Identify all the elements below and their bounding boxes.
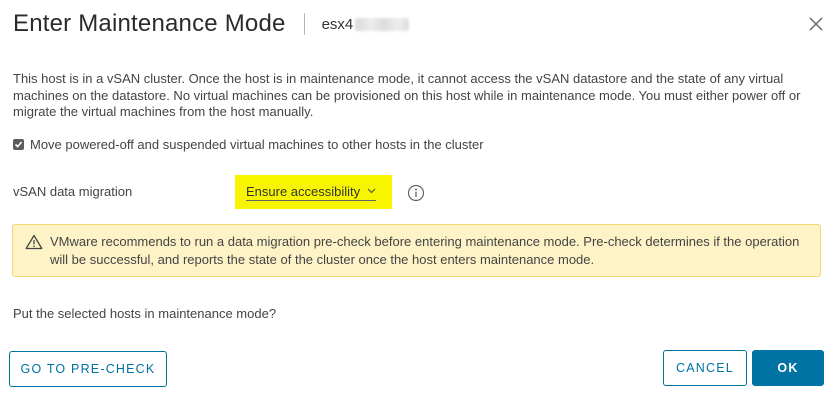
warning-icon [25, 234, 43, 250]
title-separator [303, 13, 305, 35]
host-name: esx4 [322, 16, 410, 33]
confirmation-question: Put the selected hosts in maintenance mo… [13, 306, 277, 321]
dialog-header: Enter Maintenance Mode esx4 [13, 8, 410, 40]
dialog-title: Enter Maintenance Mode [13, 10, 286, 37]
ok-button[interactable]: OK [752, 350, 824, 386]
move-vms-option[interactable]: Move powered-off and suspended virtual m… [13, 137, 484, 152]
vsan-migration-selected: Ensure accessibility [246, 183, 361, 199]
vsan-migration-select[interactable]: Ensure accessibility [235, 175, 392, 209]
host-name-text: esx4 [321, 15, 354, 33]
close-button[interactable] [807, 15, 825, 33]
chevron-down-icon [367, 186, 376, 197]
close-icon [809, 17, 823, 31]
info-icon[interactable] [407, 184, 425, 202]
vsan-migration-label: vSAN data migration [13, 184, 133, 199]
move-vms-label: Move powered-off and suspended virtual m… [30, 137, 484, 152]
move-vms-checkbox[interactable] [13, 139, 24, 150]
vsan-migration-value: Ensure accessibility [246, 183, 377, 201]
alert-message: VMware recommends to run a data migratio… [50, 234, 800, 267]
go-to-precheck-button[interactable]: GO TO PRE-CHECK [9, 351, 167, 387]
cancel-button[interactable]: CANCEL [663, 350, 747, 386]
maintenance-mode-dialog: Enter Maintenance Mode esx4 This host is… [0, 0, 839, 400]
checkmark-icon [14, 141, 23, 148]
host-name-redacted [355, 17, 410, 31]
precheck-alert: VMware recommends to run a data migratio… [12, 224, 821, 277]
vsan-description: This host is in a vSAN cluster. Once the… [13, 71, 801, 119]
